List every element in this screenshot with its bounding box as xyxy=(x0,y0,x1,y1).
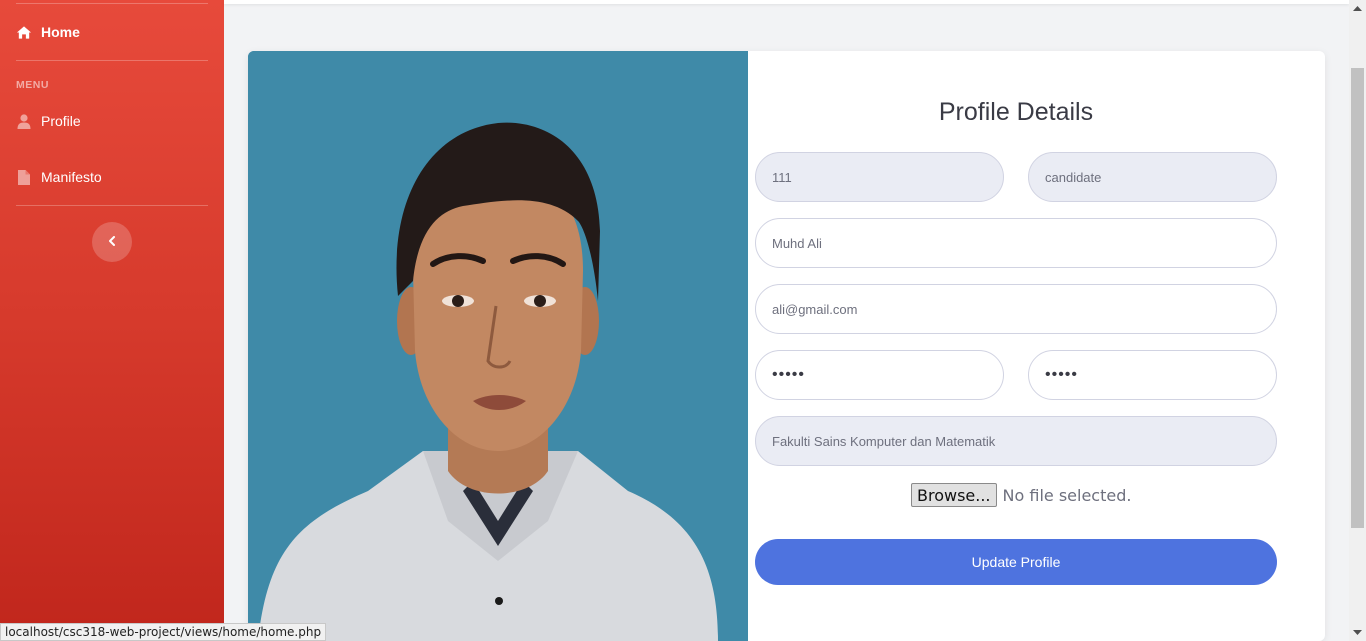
browse-button[interactable]: Browse... xyxy=(911,483,997,507)
sidebar-toggle-button[interactable] xyxy=(92,222,132,262)
file-status-text: No file selected. xyxy=(1002,485,1132,505)
sidebar-item-label: Home xyxy=(41,24,80,40)
password-field[interactable]: ••••• xyxy=(755,350,1004,400)
faculty-field[interactable]: Fakulti Sains Komputer dan Matematik xyxy=(755,416,1277,466)
sidebar-divider xyxy=(16,60,208,61)
profile-card: Profile Details 111 candidate Muhd Ali a… xyxy=(248,51,1325,641)
home-icon xyxy=(16,24,32,40)
topbar xyxy=(224,0,1349,4)
page-title: Profile Details xyxy=(938,98,1094,126)
sidebar-divider xyxy=(16,3,208,4)
sidebar-heading: MENU xyxy=(16,79,49,91)
scroll-down-arrow-icon[interactable] xyxy=(1349,624,1366,641)
sidebar-item-profile[interactable]: Profile xyxy=(16,113,81,129)
update-profile-button[interactable]: Update Profile xyxy=(755,539,1277,585)
name-field[interactable]: Muhd Ali xyxy=(755,218,1277,268)
sidebar-divider xyxy=(16,205,208,206)
scrollbar-thumb[interactable] xyxy=(1351,68,1364,528)
chevron-left-icon xyxy=(108,233,116,251)
sidebar-item-manifesto[interactable]: Manifesto xyxy=(16,169,102,185)
user-id-field[interactable]: 111 xyxy=(755,152,1004,202)
sidebar-item-home[interactable]: Home xyxy=(16,24,80,40)
sidebar: Home MENU Profile Manifesto xyxy=(0,0,224,641)
email-field[interactable]: ali@gmail.com xyxy=(755,284,1277,334)
file-icon xyxy=(16,169,32,185)
confirm-password-field[interactable]: ••••• xyxy=(1028,350,1277,400)
file-input: Browse... No file selected. xyxy=(911,483,1131,507)
scrollbar[interactable] xyxy=(1349,0,1366,641)
profile-photo xyxy=(248,51,748,641)
role-field[interactable]: candidate xyxy=(1028,152,1277,202)
status-bar-url: localhost/csc318-web-project/views/home/… xyxy=(0,623,327,641)
sidebar-item-label: Manifesto xyxy=(41,169,102,185)
sidebar-item-label: Profile xyxy=(41,113,81,129)
scroll-up-arrow-icon[interactable] xyxy=(1349,0,1366,17)
user-icon xyxy=(16,113,32,129)
